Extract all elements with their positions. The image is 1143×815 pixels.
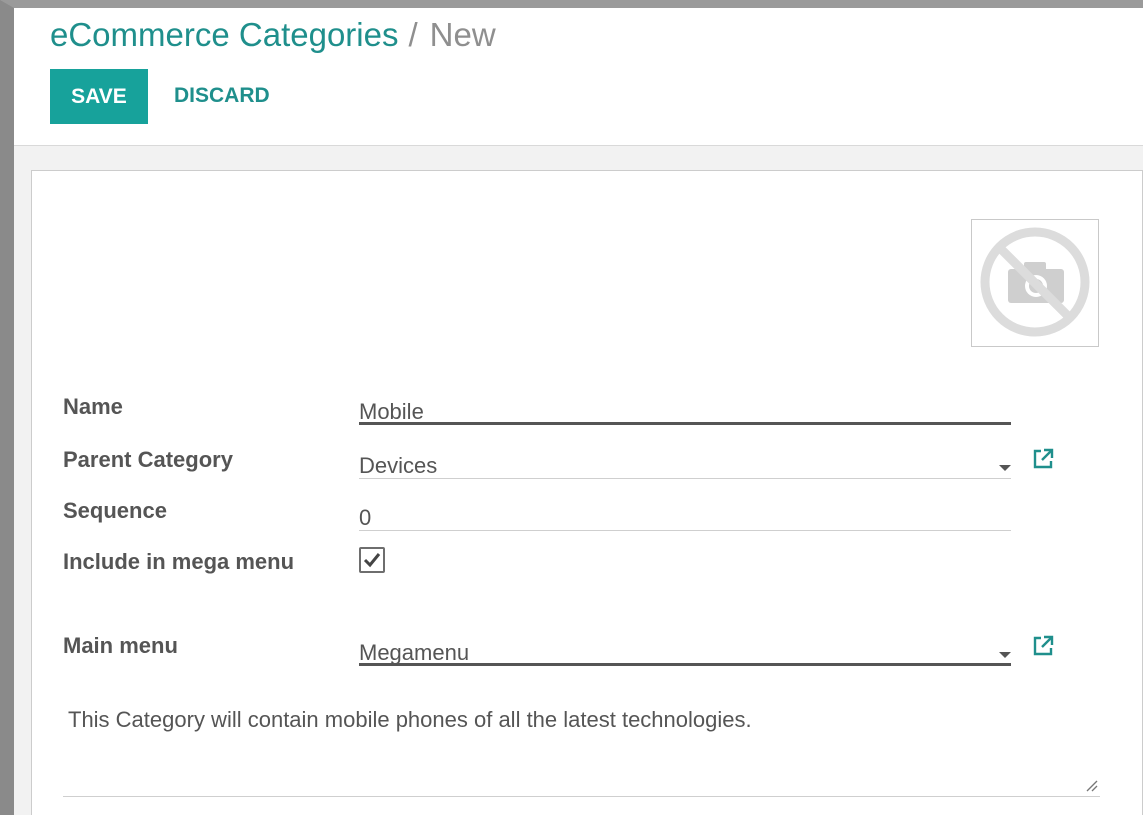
description-textarea[interactable]: This Category will contain mobile phones… xyxy=(63,701,1100,797)
camera-disabled-icon xyxy=(980,227,1090,337)
chevron-down-icon[interactable] xyxy=(999,652,1011,658)
discard-button[interactable]: DISCARD xyxy=(174,84,270,108)
app-window: eCommerce Categories / New SAVE DISCARD Na… xyxy=(0,0,1143,815)
control-panel: eCommerce Categories / New SAVE DISCARD xyxy=(14,8,1143,146)
save-button[interactable]: SAVE xyxy=(50,69,148,124)
sequence-label: Sequence xyxy=(63,498,167,523)
sequence-input[interactable]: 0 xyxy=(359,495,1011,531)
main-menu-label: Main menu xyxy=(63,633,178,658)
checkmark-icon xyxy=(363,553,381,568)
include-mega-menu-checkbox[interactable] xyxy=(359,547,385,573)
external-link-icon[interactable] xyxy=(1031,447,1055,471)
main-menu-value: Megamenu xyxy=(359,640,470,665)
breadcrumb-separator: / xyxy=(408,16,418,53)
breadcrumb-parent-link[interactable]: eCommerce Categories xyxy=(50,16,398,53)
chevron-down-icon[interactable] xyxy=(999,465,1011,471)
form-sheet: Name Mobile Parent Category Devices Sequ… xyxy=(31,170,1143,815)
resize-handle-icon[interactable] xyxy=(1084,778,1098,792)
description-text: This Category will contain mobile phones… xyxy=(68,707,752,732)
parent-category-label: Parent Category xyxy=(63,447,233,472)
name-label: Name xyxy=(63,394,123,419)
breadcrumb-current: New xyxy=(429,16,496,53)
name-input[interactable]: Mobile xyxy=(359,389,1011,425)
category-image-field[interactable] xyxy=(971,219,1099,347)
breadcrumb: eCommerce Categories / New xyxy=(50,16,496,54)
parent-category-value: Devices xyxy=(359,453,438,478)
external-link-icon[interactable] xyxy=(1031,634,1055,658)
include-mega-menu-label: Include in mega menu xyxy=(63,549,295,574)
main-menu-select[interactable]: Megamenu xyxy=(359,630,1011,666)
parent-category-select[interactable]: Devices xyxy=(359,443,1011,479)
